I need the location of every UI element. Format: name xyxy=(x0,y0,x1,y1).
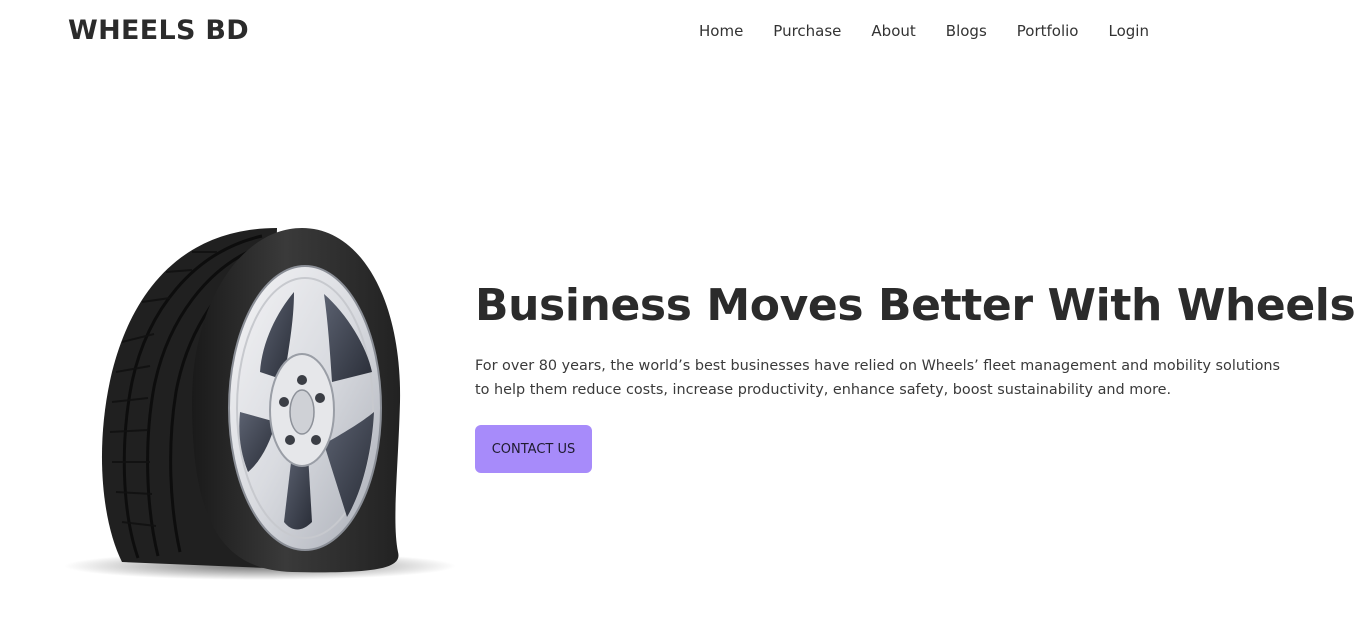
tire-image xyxy=(62,222,462,584)
nav-link-home[interactable]: Home xyxy=(699,22,743,40)
hero-title: Business Moves Better With Wheels xyxy=(475,280,1356,331)
nav-link-login[interactable]: Login xyxy=(1108,22,1148,40)
nav-link-purchase[interactable]: Purchase xyxy=(773,22,841,40)
nav-links: Home Purchase About Blogs Portfolio Logi… xyxy=(699,22,1149,40)
nav-link-about[interactable]: About xyxy=(871,22,915,40)
navbar: WHEELS BD Home Purchase About Blogs Port… xyxy=(0,0,1365,66)
hero-description: For over 80 years, the world’s best busi… xyxy=(475,358,1281,398)
brand-logo[interactable]: WHEELS BD xyxy=(68,15,249,46)
nav-link-blogs[interactable]: Blogs xyxy=(946,22,987,40)
nav-link-portfolio[interactable]: Portfolio xyxy=(1017,22,1079,40)
contact-us-button[interactable]: CONTACT US xyxy=(475,425,592,473)
